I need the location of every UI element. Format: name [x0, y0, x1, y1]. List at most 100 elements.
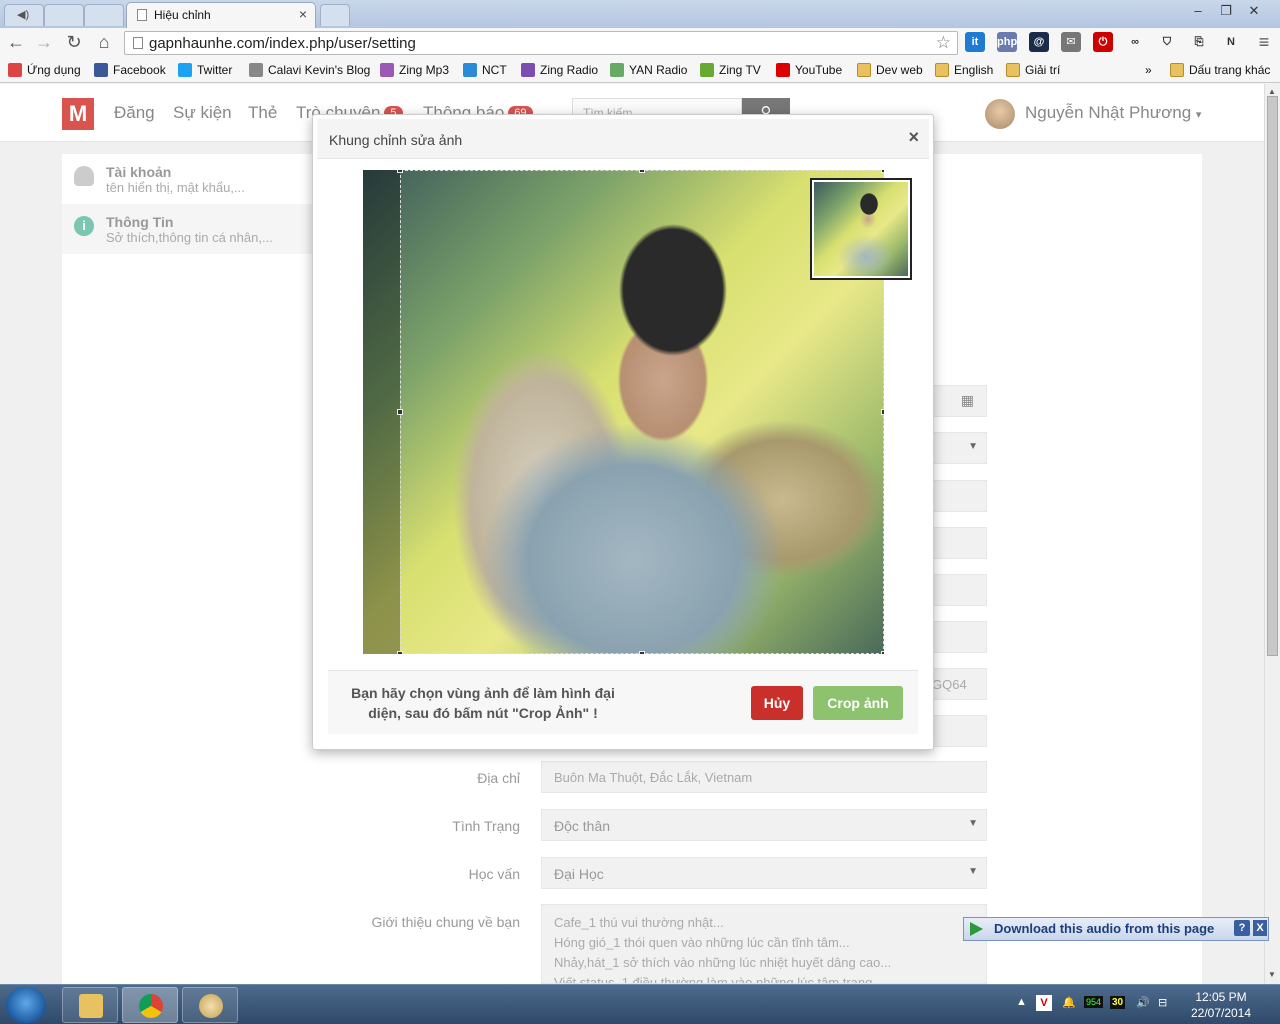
chrome-taskbar-button[interactable] — [122, 987, 178, 1023]
folder-icon — [1170, 63, 1184, 77]
browser-toolbar: ← → ↻ ⌂ gapnhaunhe.com/index.php/user/se… — [0, 28, 1280, 58]
crop-handle[interactable] — [639, 170, 645, 173]
new-tab-button[interactable] — [320, 4, 350, 26]
sidebar-item-account[interactable]: Tài khoản tên hiển thị, mật khẩu,... — [62, 154, 352, 204]
active-tab[interactable]: Hiệu chỉnh × — [126, 2, 316, 28]
notes-icon[interactable]: N — [1221, 32, 1241, 52]
crop-handle[interactable] — [397, 170, 403, 173]
bookmark-item[interactable]: Zing Mp3 — [380, 63, 449, 77]
folder-icon — [857, 63, 871, 77]
chrome-icon — [139, 994, 163, 1018]
crop-handle[interactable] — [881, 409, 884, 415]
sidebar-item-subtitle: tên hiển thị, mật khẩu,... — [106, 180, 245, 195]
crop-handle[interactable] — [881, 170, 884, 173]
bookmark-item[interactable]: YouTube — [776, 63, 842, 77]
show-hidden-icons[interactable]: ▲ — [1016, 996, 1027, 1008]
menu-icon[interactable]: ≡ — [1252, 31, 1276, 55]
background-tab[interactable] — [44, 4, 84, 26]
bookmark-item[interactable]: Zing Radio — [521, 63, 598, 77]
site-logo[interactable]: M — [62, 98, 94, 130]
start-button[interactable] — [6, 987, 46, 1023]
home-button[interactable]: ⌂ — [92, 31, 116, 55]
system-clock[interactable]: 12:05 PM 22/07/2014 — [1180, 989, 1262, 1021]
bookmark-item[interactable]: Twitter — [178, 63, 232, 77]
sidebar-item-title: Tài khoản — [106, 164, 172, 180]
minimize-button[interactable]: – — [1186, 4, 1210, 20]
audio-download-bar[interactable]: Download this audio from this page ? X — [963, 917, 1269, 941]
explorer-taskbar-button[interactable] — [62, 987, 118, 1023]
other-bookmarks[interactable]: Dấu trang khác — [1170, 63, 1270, 77]
scrollbar-thumb[interactable] — [1267, 96, 1278, 656]
calendar-icon[interactable]: ▦ — [961, 392, 974, 409]
close-icon[interactable]: X — [1253, 920, 1267, 936]
crop-handle[interactable] — [397, 409, 403, 415]
notification-icon[interactable]: 🔔 — [1062, 996, 1076, 1009]
network-icon[interactable]: ⊟ — [1158, 996, 1167, 1009]
volume-icon[interactable]: 🔊 — [1136, 996, 1150, 1009]
help-icon[interactable]: ? — [1234, 920, 1250, 936]
sidebar-item-info[interactable]: i Thông Tin Sở thích,thông tin cá nhân,.… — [62, 204, 352, 254]
shield-icon[interactable]: ⛉ — [1157, 32, 1177, 52]
crop-handle[interactable] — [639, 651, 645, 654]
bookmark-label: Dev web — [876, 63, 923, 77]
reload-button[interactable]: ↻ — [62, 31, 86, 55]
infinity-icon[interactable]: ∞ — [1125, 32, 1145, 52]
tab-close-icon[interactable]: × — [299, 6, 307, 22]
intro-textarea[interactable]: Cafe_1 thú vui thường nhật... Hóng gió_1… — [541, 904, 987, 984]
cancel-button[interactable]: Hủy — [751, 686, 803, 720]
bookmark-item[interactable]: Zing TV — [700, 63, 761, 77]
at-icon[interactable]: @ — [1029, 32, 1049, 52]
crop-canvas[interactable] — [363, 170, 884, 654]
bookmarks-overflow-button[interactable]: » — [1145, 63, 1152, 77]
address-field[interactable]: Buôn Ma Thuột, Đắc Lắk, Vietnam — [541, 761, 987, 793]
restore-button[interactable]: ❐ — [1214, 4, 1238, 20]
scroll-down-icon[interactable]: ▼ — [1268, 970, 1276, 979]
bookmark-item[interactable]: YAN Radio — [610, 63, 687, 77]
clock-time: 12:05 PM — [1195, 990, 1247, 1004]
bookmark-item[interactable]: NCT — [463, 63, 507, 77]
bookmark-item[interactable]: Ứng dụng — [8, 63, 81, 77]
back-button[interactable]: ← — [4, 31, 28, 55]
status-select[interactable]: Độc thân ▼ — [541, 809, 987, 841]
network-meter-badge[interactable]: 954 — [1084, 996, 1104, 1008]
bookmark-item[interactable]: English — [935, 63, 993, 77]
address-bar[interactable]: gapnhaunhe.com/index.php/user/setting ☆ — [124, 31, 958, 55]
bookmark-item[interactable]: Giải trí — [1006, 63, 1060, 77]
folder-icon — [79, 994, 103, 1018]
cast-icon[interactable]: ⎘ — [1189, 32, 1209, 52]
mail-icon[interactable]: ✉ — [1061, 32, 1081, 52]
fps-badge[interactable]: 30 — [1110, 996, 1126, 1009]
close-icon[interactable]: × — [908, 127, 919, 148]
nav-post[interactable]: Đăng — [114, 103, 155, 123]
bookmark-item[interactable]: Facebook — [94, 63, 166, 77]
crop-handle[interactable] — [397, 651, 403, 654]
crop-handle[interactable] — [881, 651, 884, 654]
clock-date: 22/07/2014 — [1190, 1006, 1252, 1020]
background-tab[interactable]: ◀) — [4, 4, 44, 26]
intro-line: Cafe_1 thú vui thường nhật... — [554, 915, 724, 930]
nav-events[interactable]: Sự kiện — [173, 103, 232, 123]
page-scrollbar[interactable]: ▲ ▼ — [1264, 84, 1280, 984]
bookmark-label: Zing Mp3 — [399, 63, 450, 77]
power-icon[interactable]: ⏻ — [1093, 32, 1113, 52]
nav-tags[interactable]: Thẻ — [248, 103, 277, 123]
php-icon[interactable]: php — [997, 32, 1017, 52]
background-tab[interactable] — [84, 4, 124, 26]
paint-taskbar-button[interactable] — [182, 987, 238, 1023]
bookmark-star-icon[interactable]: ☆ — [936, 33, 951, 53]
crop-button[interactable]: Crop ảnh — [813, 686, 903, 720]
blog-icon — [249, 63, 263, 77]
bookmark-label: YAN Radio — [629, 63, 688, 77]
close-window-button[interactable]: ✕ — [1242, 4, 1266, 20]
scroll-up-icon[interactable]: ▲ — [1268, 87, 1276, 96]
bookmark-label: YouTube — [795, 63, 843, 77]
bookmark-item[interactable]: Dev web — [857, 63, 923, 77]
bookmark-label: Zing Radio — [540, 63, 599, 77]
forward-button[interactable]: → — [32, 31, 56, 55]
education-select[interactable]: Đại Học ▼ — [541, 857, 987, 889]
download-audio-label[interactable]: Download this audio from this page — [994, 921, 1214, 936]
antivirus-icon[interactable]: V — [1036, 995, 1052, 1011]
bookmark-item[interactable]: Calavi Kevin's Blog — [249, 63, 370, 77]
user-icon — [74, 166, 94, 186]
itools-icon[interactable]: it — [965, 32, 985, 52]
